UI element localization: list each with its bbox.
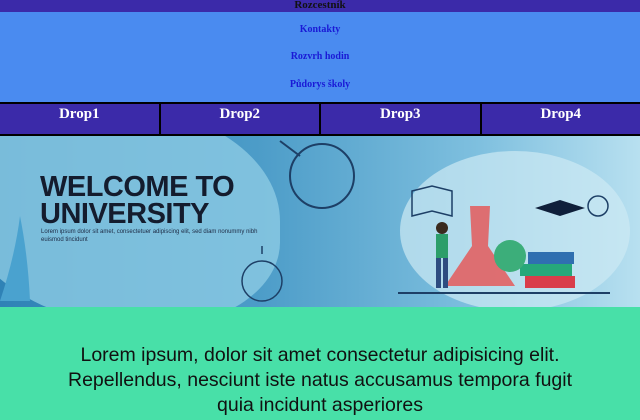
idea-icon bbox=[587, 195, 609, 217]
dropdown-4[interactable]: Drop4 bbox=[482, 104, 640, 134]
headline-line-2: UNIVERSITY bbox=[40, 198, 210, 230]
content-section: Lorem ipsum, dolor sit amet consectetur … bbox=[0, 307, 640, 418]
graduation-cap-icon bbox=[535, 200, 585, 216]
dropdown-nav: Drop1 Drop2 Drop3 Drop4 bbox=[0, 102, 640, 136]
headline-line-1: WELCOME TO bbox=[40, 171, 235, 203]
header-title: Rozcestník bbox=[294, 0, 346, 11]
lightbulb-icon bbox=[241, 246, 283, 302]
dropdown-3[interactable]: Drop3 bbox=[321, 104, 482, 134]
link-rozvrh-hodin[interactable]: Rozvrh hodin bbox=[291, 51, 350, 62]
banner-subtext: Lorem ipsum dolor sit amet, consectetuer… bbox=[41, 229, 258, 243]
globe-icon bbox=[494, 240, 526, 272]
plant-icon bbox=[0, 216, 30, 301]
student-figure bbox=[436, 222, 448, 288]
link-kontakty[interactable]: Kontakty bbox=[300, 24, 341, 35]
magnifier-icon bbox=[279, 140, 355, 209]
link-nav: Kontakty Rozvrh hodin Půdorys školy bbox=[0, 12, 640, 102]
dropdown-1[interactable]: Drop1 bbox=[0, 104, 161, 134]
top-header: Rozcestník bbox=[0, 0, 640, 12]
link-pudorys-skoly[interactable]: Půdorys školy bbox=[290, 79, 350, 90]
books-icon bbox=[520, 252, 575, 288]
hero-banner: WELCOME TO UNIVERSITY Lorem ipsum dolor … bbox=[0, 136, 640, 307]
content-text: Lorem ipsum, dolor sit amet consectetur … bbox=[67, 344, 573, 416]
banner-headline: WELCOME TO UNIVERSITY bbox=[40, 171, 235, 230]
dropdown-2[interactable]: Drop2 bbox=[161, 104, 321, 134]
open-book-icon bbox=[411, 185, 453, 217]
